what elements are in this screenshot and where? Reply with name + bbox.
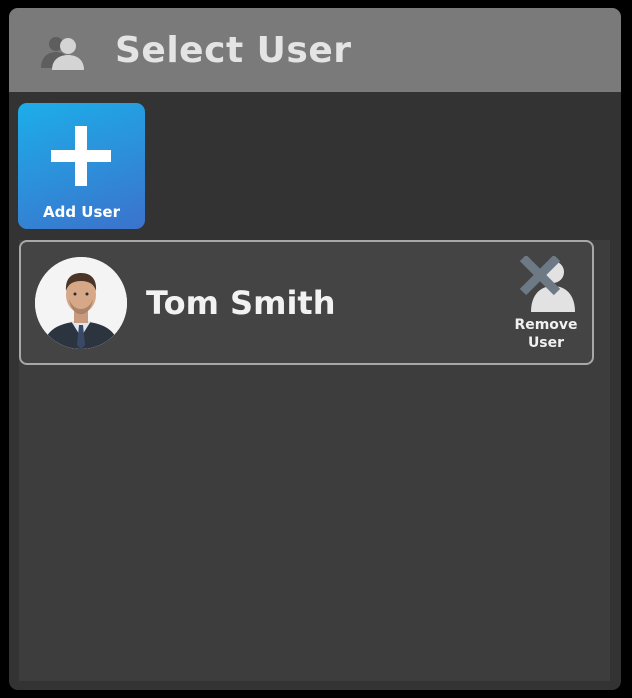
- remove-label-line2: User: [527, 335, 565, 351]
- remove-user-button[interactable]: Remove User: [504, 256, 584, 356]
- profile-photo-icon: [35, 257, 127, 349]
- page-title: Select User: [115, 30, 352, 71]
- remove-label-line1: Remove: [514, 317, 578, 333]
- user-card[interactable]: Tom Smith Remove User: [19, 240, 594, 365]
- remove-user-label: Remove User: [504, 316, 588, 352]
- avatar: [35, 257, 127, 349]
- select-user-window: Select User Add User Tom Smith Remove Us…: [9, 8, 621, 690]
- header-bar: Select User: [9, 8, 621, 92]
- users-icon: [41, 37, 84, 70]
- user-name: Tom Smith: [146, 284, 336, 322]
- plus-icon: [51, 126, 111, 186]
- remove-user-icon: [519, 256, 575, 312]
- add-user-label: Add User: [43, 203, 120, 221]
